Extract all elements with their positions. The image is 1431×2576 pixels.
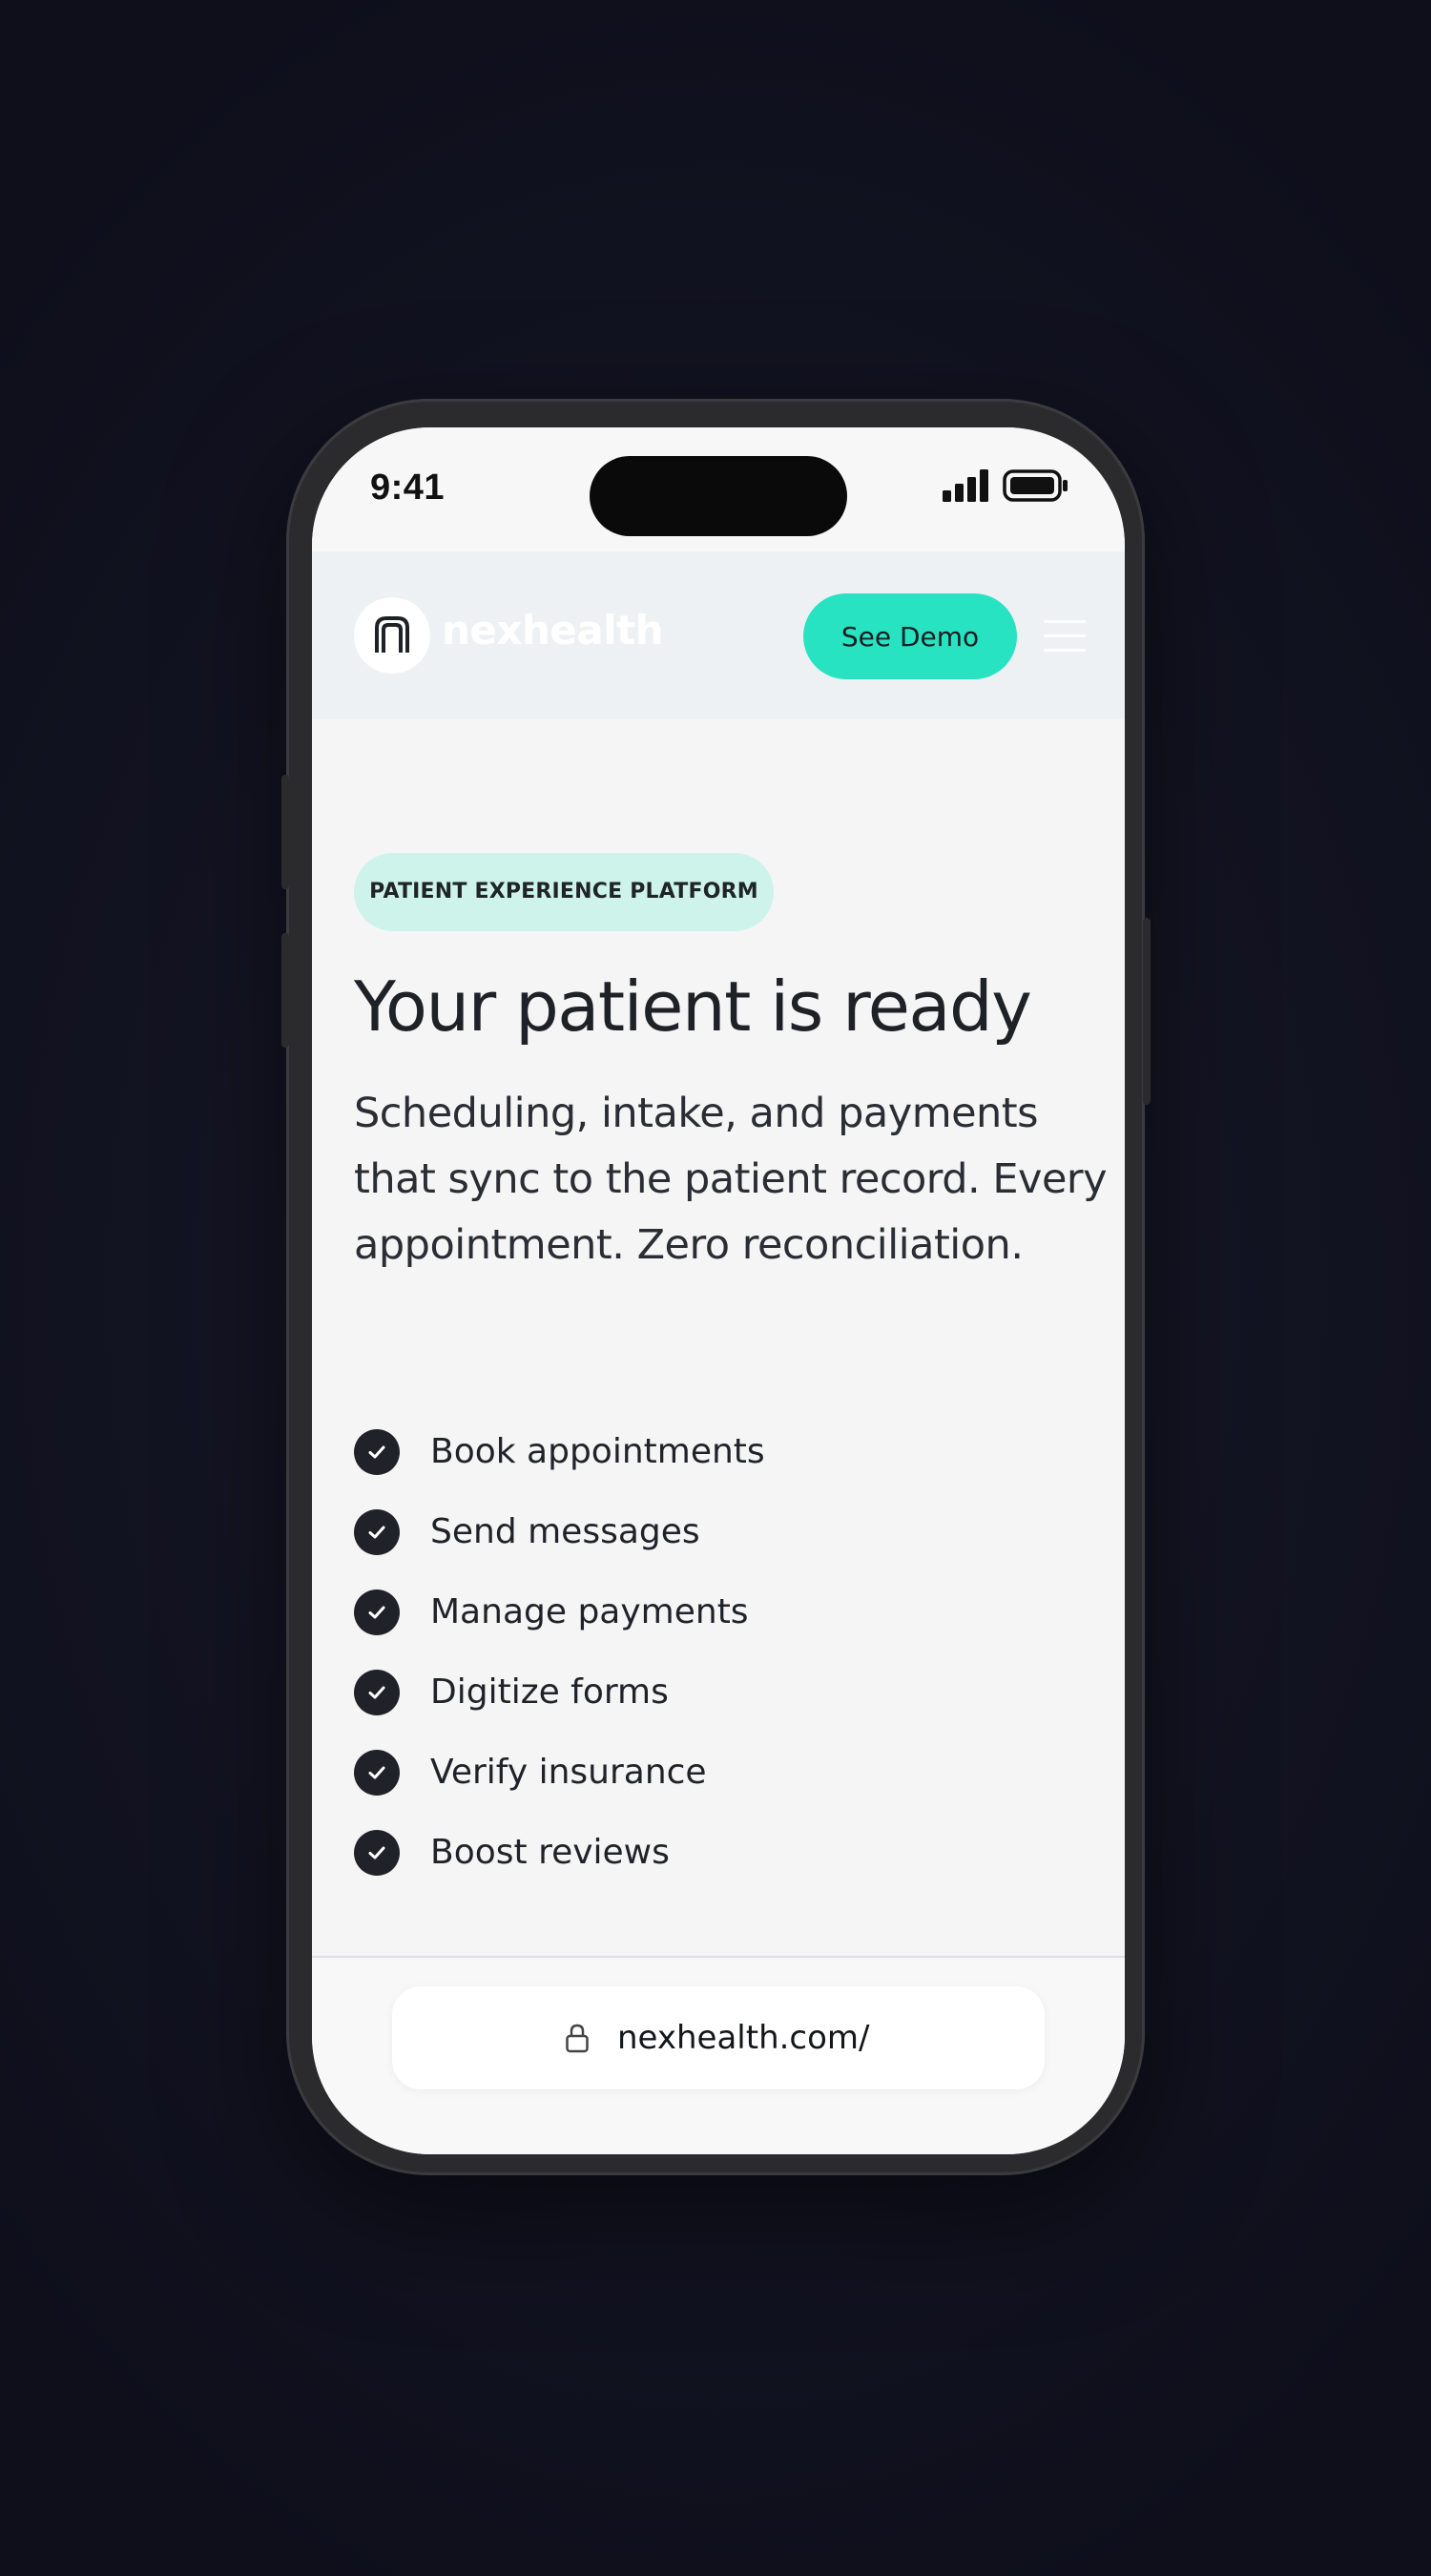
see-demo-button[interactable]: See Demo — [803, 593, 1017, 679]
feature-label: Verify insurance — [430, 1753, 707, 1792]
feature-label: Manage payments — [430, 1592, 749, 1631]
check-icon — [354, 1589, 400, 1635]
site-header: nexhealth See Demo — [312, 551, 1125, 719]
status-time: 9:41 — [370, 467, 446, 508]
url-field[interactable]: nexhealth.com/ — [392, 1986, 1045, 2089]
lock-icon — [566, 2024, 589, 2053]
check-icon — [354, 1509, 400, 1555]
feature-label: Boost reviews — [430, 1833, 670, 1872]
signal-icon — [943, 469, 988, 502]
hero-subtext: Scheduling, intake, and payments that sy… — [354, 1090, 1108, 1269]
phone-mute-switch — [281, 775, 289, 889]
check-icon — [354, 1670, 400, 1715]
dynamic-island — [590, 456, 847, 536]
check-icon — [354, 1429, 400, 1475]
phone-power-button — [1143, 918, 1151, 1105]
feature-label: Send messages — [430, 1512, 700, 1551]
menu-icon[interactable] — [1044, 620, 1086, 653]
phone-volume-button — [281, 933, 289, 1048]
check-icon — [354, 1750, 400, 1796]
feature-label: Book appointments — [430, 1432, 765, 1471]
battery-icon — [1003, 469, 1068, 502]
check-icon — [354, 1830, 400, 1876]
status-bar: 9:41 — [312, 427, 1125, 551]
phone-screen: 9:41 nexhealth See Demo PATIENT EXPERIEN… — [312, 427, 1125, 2154]
browser-address-bar: nexhealth.com/ — [312, 1956, 1125, 2154]
category-badge: PATIENT EXPERIENCE PLATFORM — [354, 853, 774, 931]
logo[interactable] — [354, 597, 430, 674]
feature-label: Digitize forms — [430, 1672, 669, 1712]
page-headline: Your patient is ready — [354, 966, 1032, 1047]
url-text: nexhealth.com/ — [617, 2019, 870, 2057]
logo-icon — [375, 616, 409, 653]
logo-text[interactable]: nexhealth — [442, 607, 664, 654]
